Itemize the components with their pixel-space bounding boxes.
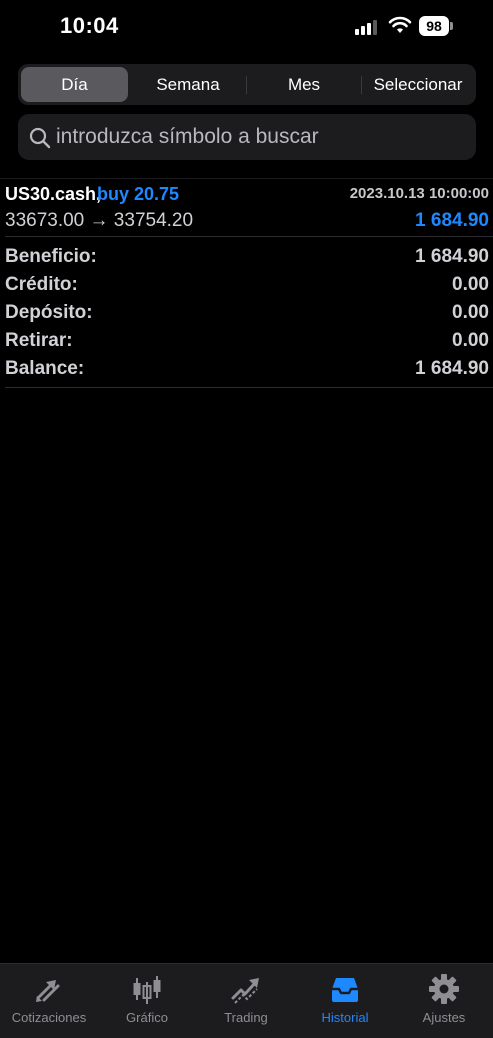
period-selector: Día Semana Mes Seleccionar [18, 64, 476, 105]
trade-row[interactable]: US30.cash, buy 20.75 2023.10.13 10:00:00… [0, 180, 493, 236]
tab-settings[interactable]: Ajustes [395, 964, 493, 1038]
summary-label: Depósito: [5, 302, 93, 323]
tab-label: Cotizaciones [11, 1010, 87, 1025]
summary-value: 0.00 [452, 302, 489, 323]
search-icon [29, 127, 51, 149]
summary-row-withdraw: Retirar: 0.00 [0, 327, 493, 355]
tab-trading[interactable]: Trading [197, 964, 295, 1038]
summary-value: 0.00 [452, 330, 489, 351]
period-tab-day[interactable]: Día [21, 67, 128, 102]
wifi-icon [388, 16, 412, 33]
period-tab-select[interactable]: Seleccionar [362, 67, 474, 102]
cellular-signal-icon [355, 19, 379, 35]
quotes-arrows-icon [36, 980, 60, 1002]
gear-icon [429, 974, 459, 1004]
tab-label: Trading [224, 1010, 268, 1025]
tab-label: Historial [321, 1010, 369, 1025]
summary-row-balance: Balance: 1 684.90 [0, 355, 493, 383]
status-bar: 10:04 98 [0, 0, 493, 52]
tab-label: Ajustes [422, 1010, 466, 1025]
search-bar [18, 114, 476, 160]
trade-side-volume: buy 20.75 [97, 184, 180, 204]
trading-arrow-icon [231, 978, 259, 1004]
summary-row-credit: Crédito: 0.00 [0, 271, 493, 299]
summary-value: 1 684.90 [415, 358, 489, 379]
candlestick-chart-icon [133, 976, 161, 1004]
tab-label: Gráfico [126, 1010, 168, 1025]
battery-level: 98 [419, 16, 449, 36]
divider [0, 178, 493, 179]
summary-value: 0.00 [452, 274, 489, 295]
summary-label: Beneficio: [5, 246, 97, 267]
summary-label: Crédito: [5, 274, 78, 295]
period-tab-month[interactable]: Mes [247, 67, 361, 102]
battery-icon: 98 [419, 16, 453, 36]
period-tab-week[interactable]: Semana [131, 67, 245, 102]
trade-prices: 33673.00 → 33754.20 [5, 210, 194, 231]
summary-label: Retirar: [5, 330, 73, 351]
trade-profit: 1 684.90 [415, 210, 489, 231]
divider [5, 236, 493, 237]
tab-history[interactable]: Historial [296, 964, 394, 1038]
tab-chart[interactable]: Gráfico [98, 964, 196, 1038]
history-inbox-icon [332, 978, 358, 1002]
search-input[interactable] [56, 114, 466, 160]
tab-quotes[interactable]: Cotizaciones [0, 964, 98, 1038]
tab-bar: Cotizaciones Gráfico Trading Historial A… [0, 963, 493, 1038]
trade-symbol: US30.cash, [5, 184, 102, 204]
summary-row-profit: Beneficio: 1 684.90 [0, 243, 493, 271]
status-time: 10:04 [60, 13, 119, 38]
summary-label: Balance: [5, 358, 85, 379]
divider [5, 387, 493, 388]
trade-datetime: 2023.10.13 10:00:00 [349, 185, 489, 202]
summary-value: 1 684.90 [415, 246, 489, 267]
summary-row-deposit: Depósito: 0.00 [0, 299, 493, 327]
